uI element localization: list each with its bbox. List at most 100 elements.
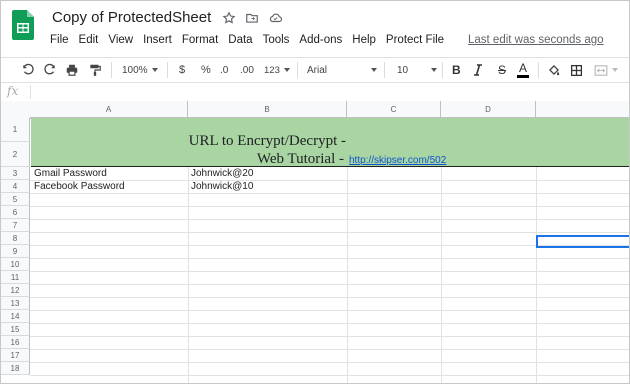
document-title[interactable]: Copy of ProtectedSheet bbox=[52, 9, 211, 26]
menu-view[interactable]: View bbox=[103, 34, 138, 46]
gridline bbox=[30, 271, 629, 272]
gridline bbox=[30, 336, 629, 337]
last-edit-link[interactable]: Last edit was seconds ago bbox=[468, 34, 604, 46]
cloud-saved-icon[interactable] bbox=[267, 10, 283, 26]
selected-cell-outline[interactable] bbox=[536, 235, 629, 248]
title-line-1: URL to Encrypt/Decrypt - bbox=[188, 133, 346, 149]
sheets-logo-icon[interactable] bbox=[12, 10, 34, 40]
toolbar-divider bbox=[384, 62, 385, 78]
paint-format-icon[interactable] bbox=[88, 62, 102, 78]
title-actions bbox=[221, 10, 283, 26]
menu-insert[interactable]: Insert bbox=[138, 34, 177, 46]
column-header-d[interactable]: D bbox=[441, 101, 536, 118]
zoom-select[interactable]: 100% bbox=[122, 62, 158, 78]
toolbar-divider bbox=[297, 62, 298, 78]
text-color-swatch bbox=[517, 75, 529, 78]
menu-edit[interactable]: Edit bbox=[74, 34, 104, 46]
zoom-value: 100% bbox=[122, 64, 148, 76]
row-header-17[interactable]: 17 bbox=[1, 349, 30, 362]
row-header-1[interactable]: 1 bbox=[1, 118, 30, 142]
gridline bbox=[30, 284, 629, 285]
cell-b4[interactable]: Johnwick@10 bbox=[191, 181, 253, 192]
gridline bbox=[30, 323, 629, 324]
strikethrough-button[interactable]: S bbox=[498, 62, 506, 78]
sheet-grid[interactable]: A B C D URL to Encrypt/Decrypt - Web Tut… bbox=[1, 101, 629, 383]
cell-b3[interactable]: Johnwick@20 bbox=[191, 168, 253, 179]
gridline bbox=[30, 310, 629, 311]
tutorial-link[interactable]: http://skipser.com/502 bbox=[349, 155, 446, 166]
font-size-value: 10 bbox=[397, 64, 409, 76]
gridline bbox=[30, 219, 629, 220]
row-header-18[interactable]: 18 bbox=[1, 362, 30, 375]
chevron-down-icon bbox=[283, 68, 290, 72]
row-header-16[interactable]: 16 bbox=[1, 336, 30, 349]
menu-data[interactable]: Data bbox=[223, 34, 257, 46]
fill-color-icon[interactable] bbox=[547, 62, 561, 78]
more-formats-select[interactable]: 123 bbox=[264, 62, 290, 78]
gridline bbox=[30, 362, 629, 363]
format-currency-button[interactable]: $ bbox=[179, 62, 185, 78]
move-folder-icon[interactable] bbox=[244, 10, 260, 26]
bold-button[interactable]: B bbox=[452, 62, 461, 78]
toolbar-divider bbox=[111, 62, 112, 78]
column-header-b[interactable]: B bbox=[188, 101, 347, 118]
menu-file[interactable]: File bbox=[45, 34, 74, 46]
row-header-7[interactable]: 7 bbox=[1, 219, 30, 232]
formula-bar-divider bbox=[30, 85, 31, 99]
format-percent-button[interactable]: % bbox=[201, 62, 211, 78]
decrease-decimal-button[interactable]: .0 bbox=[220, 62, 228, 78]
row-header-6[interactable]: 6 bbox=[1, 206, 30, 219]
select-all-corner[interactable] bbox=[1, 101, 31, 119]
star-icon[interactable] bbox=[221, 10, 237, 26]
row-header-8[interactable]: 8 bbox=[1, 232, 30, 245]
row-header-15[interactable]: 15 bbox=[1, 323, 30, 336]
column-header-a[interactable]: A bbox=[30, 101, 188, 118]
undo-icon[interactable] bbox=[21, 62, 35, 78]
toolbar-divider bbox=[538, 62, 539, 78]
merged-title-cell[interactable]: URL to Encrypt/Decrypt - Web Tutorial - … bbox=[31, 118, 629, 167]
row-header-5[interactable]: 5 bbox=[1, 193, 30, 206]
spreadsheet-window: Copy of ProtectedSheet File Edit View In… bbox=[0, 0, 630, 384]
menu-addons[interactable]: Add-ons bbox=[294, 34, 347, 46]
borders-icon[interactable] bbox=[570, 62, 583, 78]
font-family-select[interactable]: Arial bbox=[307, 62, 377, 78]
menu-format[interactable]: Format bbox=[177, 34, 223, 46]
column-header-e[interactable] bbox=[536, 101, 629, 118]
print-icon[interactable] bbox=[65, 62, 79, 78]
menu-help[interactable]: Help bbox=[347, 34, 381, 46]
menu-tools[interactable]: Tools bbox=[258, 34, 295, 46]
chevron-down-icon bbox=[151, 68, 158, 72]
more-formats-label: 123 bbox=[264, 64, 280, 76]
row-header-9[interactable]: 9 bbox=[1, 245, 30, 258]
gridline bbox=[30, 349, 629, 350]
row-header-13[interactable]: 13 bbox=[1, 297, 30, 310]
toolbar-divider bbox=[167, 62, 168, 78]
column-header-c[interactable]: C bbox=[347, 101, 441, 118]
font-family-value: Arial bbox=[307, 64, 328, 76]
row-header-3[interactable]: 3 bbox=[1, 167, 30, 180]
font-size-select[interactable]: 10 bbox=[397, 62, 437, 78]
row-header-12[interactable]: 12 bbox=[1, 284, 30, 297]
toolbar-divider bbox=[442, 62, 443, 78]
formula-input[interactable] bbox=[35, 85, 625, 99]
menu-protect-file[interactable]: Protect File bbox=[381, 34, 449, 46]
row-header-11[interactable]: 11 bbox=[1, 271, 30, 284]
text-color-button[interactable]: A bbox=[517, 62, 529, 78]
cell-a3[interactable]: Gmail Password bbox=[34, 168, 107, 179]
increase-decimal-button[interactable]: .00 bbox=[240, 62, 254, 78]
italic-icon[interactable] bbox=[473, 62, 483, 78]
gridline bbox=[30, 375, 629, 376]
gridline bbox=[30, 232, 629, 233]
row-header-10[interactable]: 10 bbox=[1, 258, 30, 271]
row-header-2[interactable]: 2 bbox=[1, 142, 30, 167]
cell-a4[interactable]: Facebook Password bbox=[34, 181, 125, 192]
toolbar: 100% $ % .0 .00 123 Arial 10 B S A bbox=[1, 57, 629, 82]
gridline bbox=[30, 258, 629, 259]
title-line-2: Web Tutorial - bbox=[256, 151, 344, 167]
redo-icon[interactable] bbox=[43, 62, 57, 78]
fx-icon: fx bbox=[7, 84, 19, 98]
chevron-down-icon bbox=[431, 68, 437, 72]
row-header-4[interactable]: 4 bbox=[1, 180, 30, 193]
merge-cells-icon[interactable] bbox=[594, 62, 618, 78]
row-header-14[interactable]: 14 bbox=[1, 310, 30, 323]
